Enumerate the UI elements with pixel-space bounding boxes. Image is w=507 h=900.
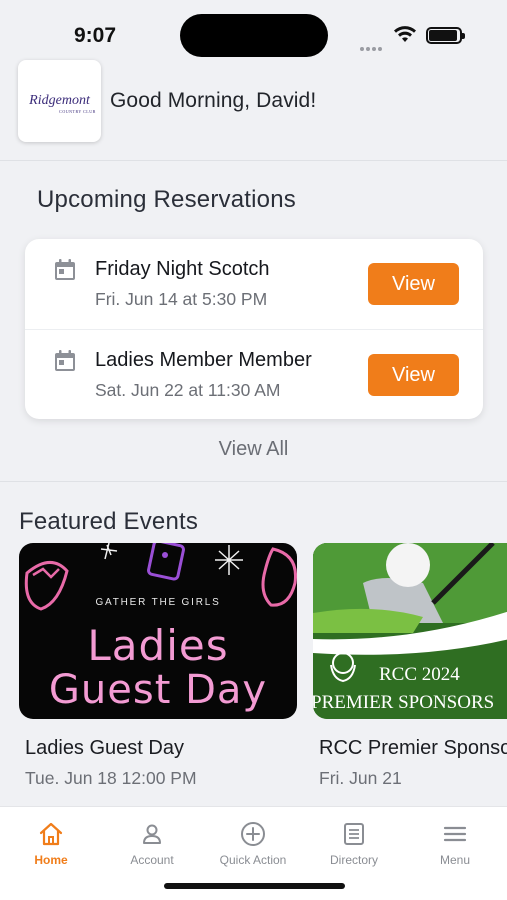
- event-date: Fri. Jun 21: [319, 768, 402, 788]
- event-image-rcc-sponsors[interactable]: RCC 2024 PREMIER SPONSORS: [313, 543, 507, 719]
- tab-label: Account: [130, 853, 174, 867]
- status-time: 9:07: [74, 24, 117, 47]
- event-image-headline: Guest Day: [48, 667, 268, 713]
- featured-events-title: Featured Events: [19, 508, 199, 535]
- menu-icon: [443, 826, 467, 842]
- reservation-date: Fri. Jun 14 at 5:30 PM: [95, 289, 268, 309]
- event-name[interactable]: RCC Premier Sponsors: [319, 737, 507, 760]
- tab-label: Directory: [329, 853, 378, 867]
- reservation-date: Sat. Jun 22 at 11:30 AM: [95, 380, 281, 400]
- event-image-ladies-guest-day[interactable]: GATHER THE GIRLS Ladies Guest Day: [19, 543, 297, 719]
- event-date: Tue. Jun 18 12:00 PM: [25, 768, 197, 788]
- club-logo[interactable]: Ridgemont COUNTRY CLUB: [18, 60, 101, 142]
- tab-home[interactable]: Home: [1, 821, 101, 871]
- plus-circle-icon: [241, 822, 265, 846]
- reservation-title: Ladies Member Member: [95, 349, 312, 371]
- divider: [0, 481, 507, 482]
- view-reservation-button[interactable]: View: [368, 263, 459, 305]
- tab-label: Quick Action: [219, 853, 287, 867]
- event-image-caption: GATHER THE GIRLS: [95, 597, 221, 608]
- app-screen: 9:07 Ridgemont COUNTRY CLUB Good Morning…: [0, 0, 507, 900]
- divider: [0, 160, 507, 161]
- status-bar: 9:07: [0, 0, 507, 60]
- greeting-text: Good Morning, David!: [110, 89, 317, 112]
- tab-label: Home: [34, 853, 68, 867]
- event-name[interactable]: Ladies Guest Day: [25, 737, 184, 760]
- calendar-icon: [55, 350, 75, 371]
- tab-directory[interactable]: Directory: [304, 821, 404, 871]
- event-image-headline: RCC 2024: [379, 664, 460, 685]
- view-reservation-button[interactable]: View: [368, 354, 459, 396]
- event-image-headline: Ladies: [87, 621, 229, 670]
- logo-wordmark: Ridgemont COUNTRY CLUB: [29, 93, 95, 114]
- directory-icon: [344, 823, 364, 845]
- battery-icon: [426, 27, 465, 44]
- reservations-title: Upcoming Reservations: [37, 186, 296, 213]
- event-image-headline: PREMIER SPONSORS: [313, 692, 495, 713]
- view-all-link[interactable]: View All: [0, 438, 507, 461]
- reservations-card: Friday Night Scotch Fri. Jun 14 at 5:30 …: [25, 239, 483, 419]
- logo-name: Ridgemont: [29, 93, 90, 108]
- reservation-title: Friday Night Scotch: [95, 258, 270, 280]
- reservation-item[interactable]: Friday Night Scotch Fri. Jun 14 at 5:30 …: [25, 239, 483, 329]
- tab-account[interactable]: Account: [102, 821, 202, 871]
- tab-label: Menu: [439, 853, 471, 867]
- tab-quick-action[interactable]: Quick Action: [203, 821, 303, 871]
- dynamic-island: [180, 14, 328, 57]
- home-icon: [39, 822, 63, 846]
- home-indicator: [164, 883, 345, 889]
- signal-icon: [360, 38, 384, 56]
- wifi-icon: [394, 26, 416, 42]
- calendar-icon: [55, 259, 75, 280]
- reservation-item[interactable]: Ladies Member Member Sat. Jun 22 at 11:3…: [25, 329, 483, 419]
- tab-menu[interactable]: Menu: [405, 821, 505, 871]
- account-icon: [143, 824, 161, 844]
- logo-subtitle: COUNTRY CLUB: [59, 109, 96, 114]
